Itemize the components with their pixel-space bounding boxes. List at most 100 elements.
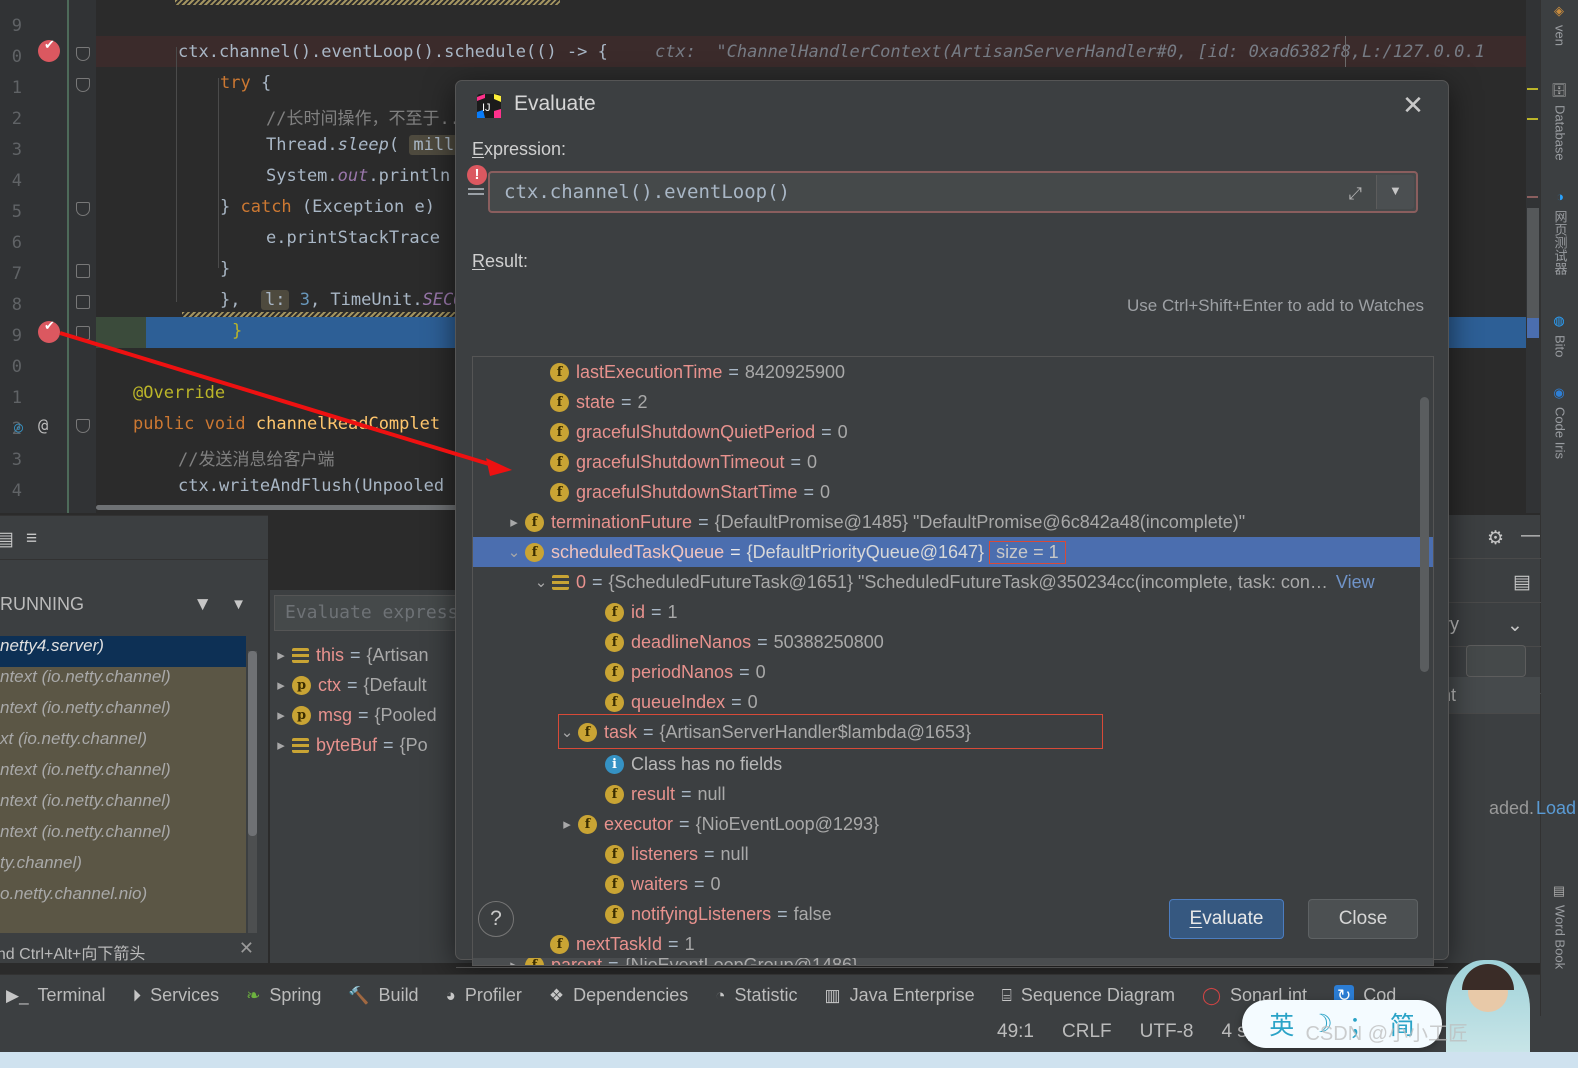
expand-icon[interactable]: ⤢ [1348, 184, 1362, 204]
list-item[interactable]: ty.channel) [0, 853, 246, 884]
minimap-thumb[interactable] [1527, 208, 1539, 318]
tool-tab-sequence-diagram[interactable]: ⌸ Sequence Diagram [1002, 985, 1175, 1006]
variable-row-this[interactable]: ▸ this = {Artisan [270, 640, 480, 670]
sidebar-tab-word-book[interactable]: ▤ Word Book [1541, 880, 1578, 973]
list-item[interactable]: ntext (io.netty.channel) [0, 760, 246, 791]
filter-icon[interactable]: ▼ [193, 594, 212, 616]
close-button[interactable]: Close [1308, 899, 1418, 939]
sidebar-tab-code-iris[interactable]: ◉ Code Iris [1541, 382, 1578, 463]
fold-marker[interactable] [76, 47, 90, 61]
list-item[interactable]: o.netty.channel.nio) [0, 884, 246, 915]
chevron-right-icon[interactable]: ▸ [270, 676, 292, 694]
memory-load-link[interactable]: Load [1536, 798, 1576, 819]
frames-scrollbar-thumb[interactable] [248, 651, 257, 836]
fold-marker[interactable] [76, 326, 90, 340]
tree-row[interactable]: f gracefulShutdownQuietPeriod = 0 [473, 417, 1433, 447]
chevron-right-icon[interactable]: ▸ [503, 958, 525, 965]
tree-row[interactable]: f gracefulShutdownStartTime = 0 [473, 477, 1433, 507]
gear-icon[interactable]: ⚙ [1487, 527, 1504, 550]
line-separator[interactable]: CRLF [1062, 1021, 1112, 1043]
tree-row[interactable]: f listeners = null [473, 839, 1433, 869]
layout-icon[interactable]: ▤ [1513, 571, 1531, 594]
debug-frames-panel[interactable]: ▤ ≡ RUNNING ▼ ▼ netty4.server) ntext (io… [0, 515, 268, 963]
editor-hscrollbar[interactable] [96, 505, 496, 510]
tool-tab-java-enterprise[interactable]: ▥ Java Enterprise [825, 985, 975, 1006]
result-tree[interactable]: f lastExecutionTime = 8420925900 f state… [472, 356, 1434, 966]
help-button[interactable]: ? [478, 901, 514, 937]
chevron-down-icon[interactable]: ⌄ [530, 573, 552, 591]
fold-marker[interactable] [76, 295, 90, 309]
taskbar[interactable] [0, 1052, 1578, 1068]
chevron-down-icon[interactable]: ▼ [231, 596, 246, 613]
file-encoding[interactable]: UTF-8 [1140, 1021, 1194, 1043]
tree-row[interactable]: f queueIndex = 0 [473, 687, 1433, 717]
tool-tab-services[interactable]: ⏵ Services [133, 985, 220, 1006]
expression-history-dropdown[interactable]: ▼ [1376, 175, 1414, 209]
tree-row[interactable]: f gracefulShutdownTimeout = 0 [473, 447, 1433, 477]
list-item[interactable]: ntext (io.netty.channel) [0, 791, 246, 822]
list-item[interactable]: ntext (io.netty.channel) [0, 667, 246, 698]
evaluate-button[interactable]: Evaluate [1169, 899, 1284, 939]
fold-marker[interactable] [76, 264, 90, 278]
implementing-method-icon[interactable]: ◎ [14, 418, 23, 436]
chevron-right-icon[interactable]: ▸ [503, 513, 525, 531]
tree-row[interactable]: f notifyingListeners = false [473, 899, 1433, 929]
ime-language-mode[interactable]: 英 [1269, 1006, 1294, 1042]
minimize-icon[interactable]: — [1521, 525, 1540, 547]
debug-variables-panel[interactable]: Evaluate express ▸ this = {Artisan ▸ p c… [270, 590, 480, 963]
evaluate-expression-input[interactable]: Evaluate express [274, 595, 479, 631]
dialog-titlebar[interactable] [456, 81, 1448, 129]
chevron-right-icon[interactable]: ▸ [270, 706, 292, 724]
chevron-right-icon[interactable]: ▸ [270, 646, 292, 664]
tree-row[interactable]: f id = 1 [473, 597, 1433, 627]
tree-row[interactable]: ▸ f terminationFuture = {DefaultPromise@… [473, 507, 1433, 537]
tool-tab-dependencies[interactable]: ❖ Dependencies [549, 985, 688, 1006]
result-scrollbar-thumb[interactable] [1420, 397, 1429, 672]
evaluate-dialog[interactable]: IJ Evaluate ✕ EExpression:xpression: ! c… [455, 80, 1449, 968]
caret-position[interactable]: 49:1 [997, 1021, 1034, 1043]
close-icon[interactable]: ✕ [239, 938, 254, 959]
list-item[interactable]: netty4.server) [0, 636, 246, 667]
frames-toolbar[interactable]: ▤ ≡ [0, 516, 268, 560]
list-item[interactable]: xt (io.netty.channel) [0, 729, 246, 760]
variable-row-ctx[interactable]: ▸ p ctx = {Default [270, 670, 480, 700]
chevron-down-icon[interactable]: ⌄ [556, 723, 578, 741]
chevron-right-icon[interactable]: ▸ [556, 815, 578, 833]
tree-row[interactable]: f result = null [473, 779, 1433, 809]
right-tool-sidebar[interactable]: ◈ ven 🗄 Database ◑ 网页测试器 ◍ Bito ◉ Code I… [1540, 0, 1578, 1068]
breakpoint-marker[interactable] [38, 38, 60, 62]
view-link[interactable]: View [1328, 572, 1375, 593]
tree-row-partial[interactable]: ▸ f parent = {NioEventLoopGroup@1486} [473, 958, 1433, 965]
tool-tab-profiler[interactable]: ◕ Profiler [446, 985, 522, 1006]
close-icon[interactable]: ✕ [1400, 92, 1426, 119]
layout-icon[interactable]: ▤ [0, 528, 14, 551]
list-item[interactable]: ntext (io.netty.channel) [0, 822, 246, 853]
sidebar-tab-maven[interactable]: ◈ ven [1541, 0, 1578, 50]
error-badge-icon[interactable]: ! [467, 165, 487, 185]
sidebar-tab-web-test[interactable]: ◑ 网页测试器 [1541, 185, 1578, 279]
variable-row-msg[interactable]: ▸ p msg = {Pooled [270, 700, 480, 730]
memory-filter-input[interactable] [1466, 645, 1526, 677]
tree-row[interactable]: f lastExecutionTime = 8420925900 [473, 357, 1433, 387]
sidebar-tab-bito[interactable]: ◍ Bito [1541, 310, 1578, 361]
sort-icon[interactable]: ≡ [26, 528, 37, 550]
chevron-down-icon[interactable]: ⌄ [1507, 614, 1523, 637]
tool-tab-terminal[interactable]: ▶_ Terminal [6, 985, 106, 1006]
fold-marker[interactable] [76, 202, 90, 216]
variable-row-bytebuf[interactable]: ▸ byteBuf = {Po [270, 730, 480, 760]
breakpoint-marker[interactable] [38, 319, 60, 343]
sidebar-tab-database[interactable]: 🗄 Database [1541, 78, 1578, 164]
tool-tab-statistic[interactable]: ◔ Statistic [715, 985, 797, 1006]
tree-row-selected[interactable]: ⌄ f scheduledTaskQueue = {DefaultPriorit… [473, 537, 1433, 567]
tree-row[interactable]: ▸ f executor = {NioEventLoop@1293} [473, 809, 1433, 839]
tree-row[interactable]: f waiters = 0 [473, 869, 1433, 899]
tool-tab-build[interactable]: 🔨 Build [348, 985, 418, 1006]
tool-tab-spring[interactable]: ❧ Spring [246, 985, 321, 1006]
fold-marker[interactable] [76, 78, 90, 92]
expression-input[interactable]: ctx.channel().eventLoop() ⤢ ▼ [488, 171, 1418, 213]
chevron-down-icon[interactable]: ⌄ [503, 543, 525, 561]
tree-row[interactable]: f nextTaskId = 1 [473, 929, 1433, 959]
tree-row[interactable]: f deadlineNanos = 50388250800 [473, 627, 1433, 657]
chevron-right-icon[interactable]: ▸ [270, 736, 292, 754]
tree-row[interactable]: f state = 2 [473, 387, 1433, 417]
